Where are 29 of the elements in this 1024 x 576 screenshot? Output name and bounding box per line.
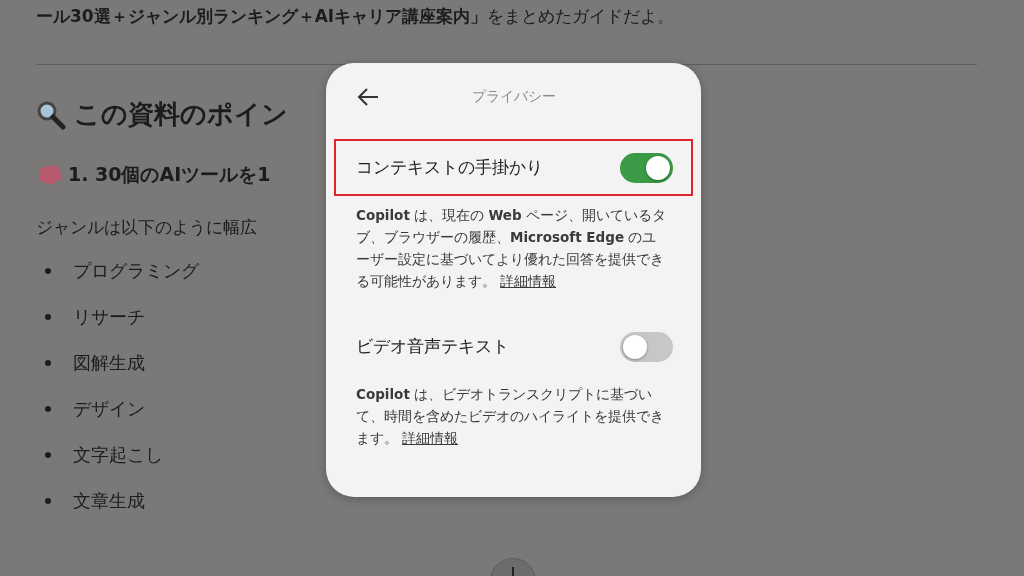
magnifier-icon [36,99,66,130]
section-heading: この資料のポイン [74,98,288,131]
setting-label: コンテキストの手掛かり [356,156,543,179]
intro-text: ール30選＋ジャンル別ランキング＋AIキャリア講座案内」をまとめたガイドだよ。 [36,5,675,28]
setting-description: Copilot は、ビデオトランスクリプトに基づいて、時間を含めたビデオのハイライトを提供できます。 詳細情報 [355,385,665,448]
list-item: プログラミング [73,259,199,282]
dialog-title: プライバシー [471,88,556,104]
setting-label: ビデオ音声テキスト [356,335,509,358]
learn-more-link[interactable]: 詳細情報 [402,430,458,446]
bullet-icon [45,405,51,412]
back-arrow-icon[interactable] [356,87,380,107]
toggle-switch[interactable] [620,331,673,362]
list-item: 文章生成 [73,489,145,512]
bullet-icon [45,497,51,504]
list-item: デザイン [73,397,145,420]
bullet-icon [45,313,51,320]
paragraph-text: ジャンルは以下のように幅広 [36,216,257,239]
subsection-heading: 1. 30個のAIツールを1 [68,162,271,187]
handle-icon [512,567,514,576]
list-item: 文字起こし [73,443,163,466]
learn-more-link[interactable]: 詳細情報 [500,273,556,289]
setting-description: Copilot は、現在の Web ページ、開いているタブ、ブラウザーの履歴、Microsoft Edge のユーザー設定に基づいてより優れた回答を提供できる可能性があります。 詳細情報 [355,206,667,291]
brain-icon [36,164,64,186]
toggle-switch[interactable] [620,152,673,183]
list-item: リサーチ [73,305,145,328]
bullet-icon [45,451,51,458]
list-item: 図解生成 [73,351,145,374]
bullet-icon [45,267,51,274]
bullet-icon [45,359,51,366]
